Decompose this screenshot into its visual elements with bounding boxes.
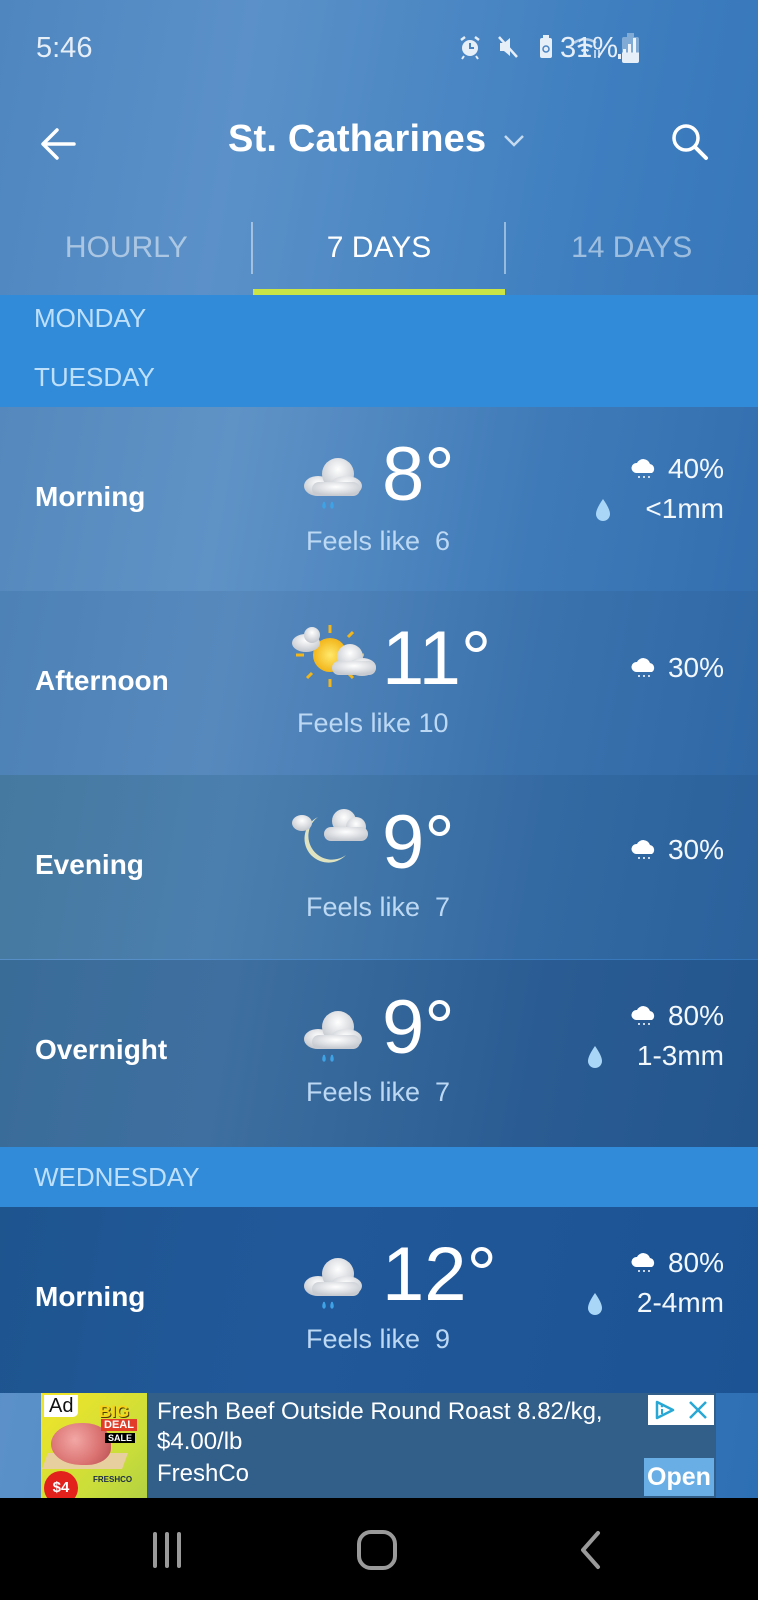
ad-image[interactable]: BIG DEAL SALE $4 FRESHCO Ad <box>41 1393 147 1498</box>
recent-apps-button[interactable] <box>142 1528 192 1572</box>
mute-icon <box>498 36 518 58</box>
precip-probability: 30% <box>667 652 724 683</box>
precip-probability: 40% <box>667 453 724 484</box>
precip-stats: 80% 2-4mm <box>587 1243 724 1323</box>
precip-probability: 80% <box>667 1000 724 1031</box>
cloud-rain-icon <box>304 1011 362 1062</box>
close-icon[interactable] <box>687 1399 709 1421</box>
forecast-row[interactable]: Evening 9° Feels like 7 30% <box>0 775 758 959</box>
adchoices-icon[interactable] <box>653 1399 677 1421</box>
raindrop-icon <box>587 1293 602 1315</box>
ad-label: Ad <box>44 1395 79 1417</box>
ad-advertiser: FreshCo <box>157 1460 250 1487</box>
precip-stats: 30% <box>630 830 724 870</box>
battery-saver-icon <box>540 35 552 58</box>
period-label: Afternoon <box>35 665 169 696</box>
precip-amount: 2-4mm <box>636 1287 724 1318</box>
system-nav-bar <box>0 1498 758 1600</box>
tab-hourly[interactable]: HOURLY <box>0 215 253 295</box>
status-time: 5:46 <box>36 32 93 64</box>
precip-stats: 80% 1-3mm <box>587 996 724 1076</box>
location-title: St. Catharines <box>228 118 487 160</box>
ad-open-button[interactable]: Open <box>644 1458 714 1496</box>
cloud-rain-icon <box>631 840 655 859</box>
recent-apps-icon <box>153 1532 181 1568</box>
forecast-row[interactable]: Overnight 9° Feels like 7 80% 1-3mm <box>0 960 758 1147</box>
feels-like: Feels like 9 <box>306 1324 451 1354</box>
tab-divider <box>504 222 506 274</box>
day-header-tuesday[interactable]: TUESDAY <box>34 362 155 393</box>
back-button[interactable] <box>36 120 84 168</box>
feels-like: Feels like 7 <box>306 892 451 922</box>
partly-cloudy-night-icon <box>292 809 368 863</box>
raindrop-icon <box>587 1046 602 1068</box>
forecast-row[interactable]: Morning 8° Feels like 6 40% <1mm <box>0 407 758 591</box>
ad-deal-text: DEAL <box>101 1419 137 1431</box>
precip-stats: 30% <box>630 648 724 688</box>
cloud-rain-icon <box>631 459 655 478</box>
ad-choices[interactable] <box>648 1395 714 1425</box>
ad-brand-logo: FRESHCO <box>93 1475 133 1484</box>
feels-like: Feels like 6 <box>306 526 451 556</box>
location-selector[interactable]: St. Catharines <box>228 118 526 161</box>
tab-7-days[interactable]: 7 DAYS <box>252 215 506 295</box>
day-header-monday[interactable]: MONDAY <box>34 303 146 334</box>
forecast-row[interactable]: Afternoon 11° Feels like 10 30% <box>0 591 758 775</box>
temperature: 9° <box>382 985 455 1070</box>
home-button[interactable] <box>352 1528 402 1572</box>
temperature: 12° <box>382 1232 497 1317</box>
battery-icon <box>622 33 639 63</box>
day-header-group: MONDAY TUESDAY <box>0 295 758 407</box>
temperature: 8° <box>382 432 455 517</box>
temperature: 11° <box>382 616 492 701</box>
weather-app: 5:46 31% St. Catharines HOURLY 7 DAYS 14… <box>0 0 758 1498</box>
status-bar: 5:46 31% <box>0 0 758 100</box>
precip-amount: <1mm <box>645 493 724 524</box>
back-icon <box>581 1531 600 1569</box>
back-nav-button[interactable] <box>568 1528 618 1572</box>
arrow-left-icon <box>41 128 76 160</box>
app-header: St. Catharines <box>0 100 758 190</box>
precip-amount: 1-3mm <box>636 1040 724 1071</box>
forecast-row[interactable]: Morning 12° Feels like 9 80% 2-4mm <box>0 1207 758 1393</box>
battery-percent: 31% <box>560 32 619 64</box>
partly-sunny-icon <box>292 625 376 687</box>
precip-probability: 80% <box>667 1247 724 1278</box>
cloud-rain-icon <box>631 1006 655 1025</box>
period-label: Overnight <box>35 1034 168 1065</box>
ad-banner[interactable]: BIG DEAL SALE $4 FRESHCO Ad Fresh Beef O… <box>41 1393 716 1498</box>
day-header-wednesday[interactable]: WEDNESDAY <box>0 1147 758 1207</box>
home-icon <box>357 1530 397 1570</box>
tab-divider <box>251 222 253 274</box>
cloud-rain-icon <box>631 658 655 677</box>
precip-probability: 30% <box>667 834 724 865</box>
chevron-down-icon <box>504 134 525 147</box>
period-label: Evening <box>35 849 144 880</box>
search-icon <box>672 124 708 160</box>
cloud-rain-icon <box>304 458 362 509</box>
search-button[interactable] <box>666 118 714 166</box>
temperature: 9° <box>382 800 455 885</box>
ad-title[interactable]: Fresh Beef Outside Round Roast 8.82/kg, … <box>157 1397 637 1457</box>
day-header-label: WEDNESDAY <box>34 1162 200 1192</box>
precip-stats: 40% <1mm <box>595 449 724 529</box>
cloud-rain-icon <box>304 1258 362 1309</box>
ad-price-badge: $4 <box>44 1471 78 1498</box>
period-label: Morning <box>35 1281 146 1312</box>
forecast-tabs: HOURLY 7 DAYS 14 DAYS <box>0 215 758 295</box>
ad-sale-text: SALE <box>105 1433 136 1443</box>
ad-big-text: BIG <box>99 1402 130 1421</box>
alarm-icon <box>460 36 480 60</box>
period-label: Morning <box>35 481 146 512</box>
feels-like: Feels like 10 <box>297 708 449 738</box>
raindrop-icon <box>596 499 611 521</box>
tab-14-days[interactable]: 14 DAYS <box>505 215 758 295</box>
feels-like: Feels like 7 <box>306 1077 451 1107</box>
cloud-rain-icon <box>631 1253 655 1272</box>
